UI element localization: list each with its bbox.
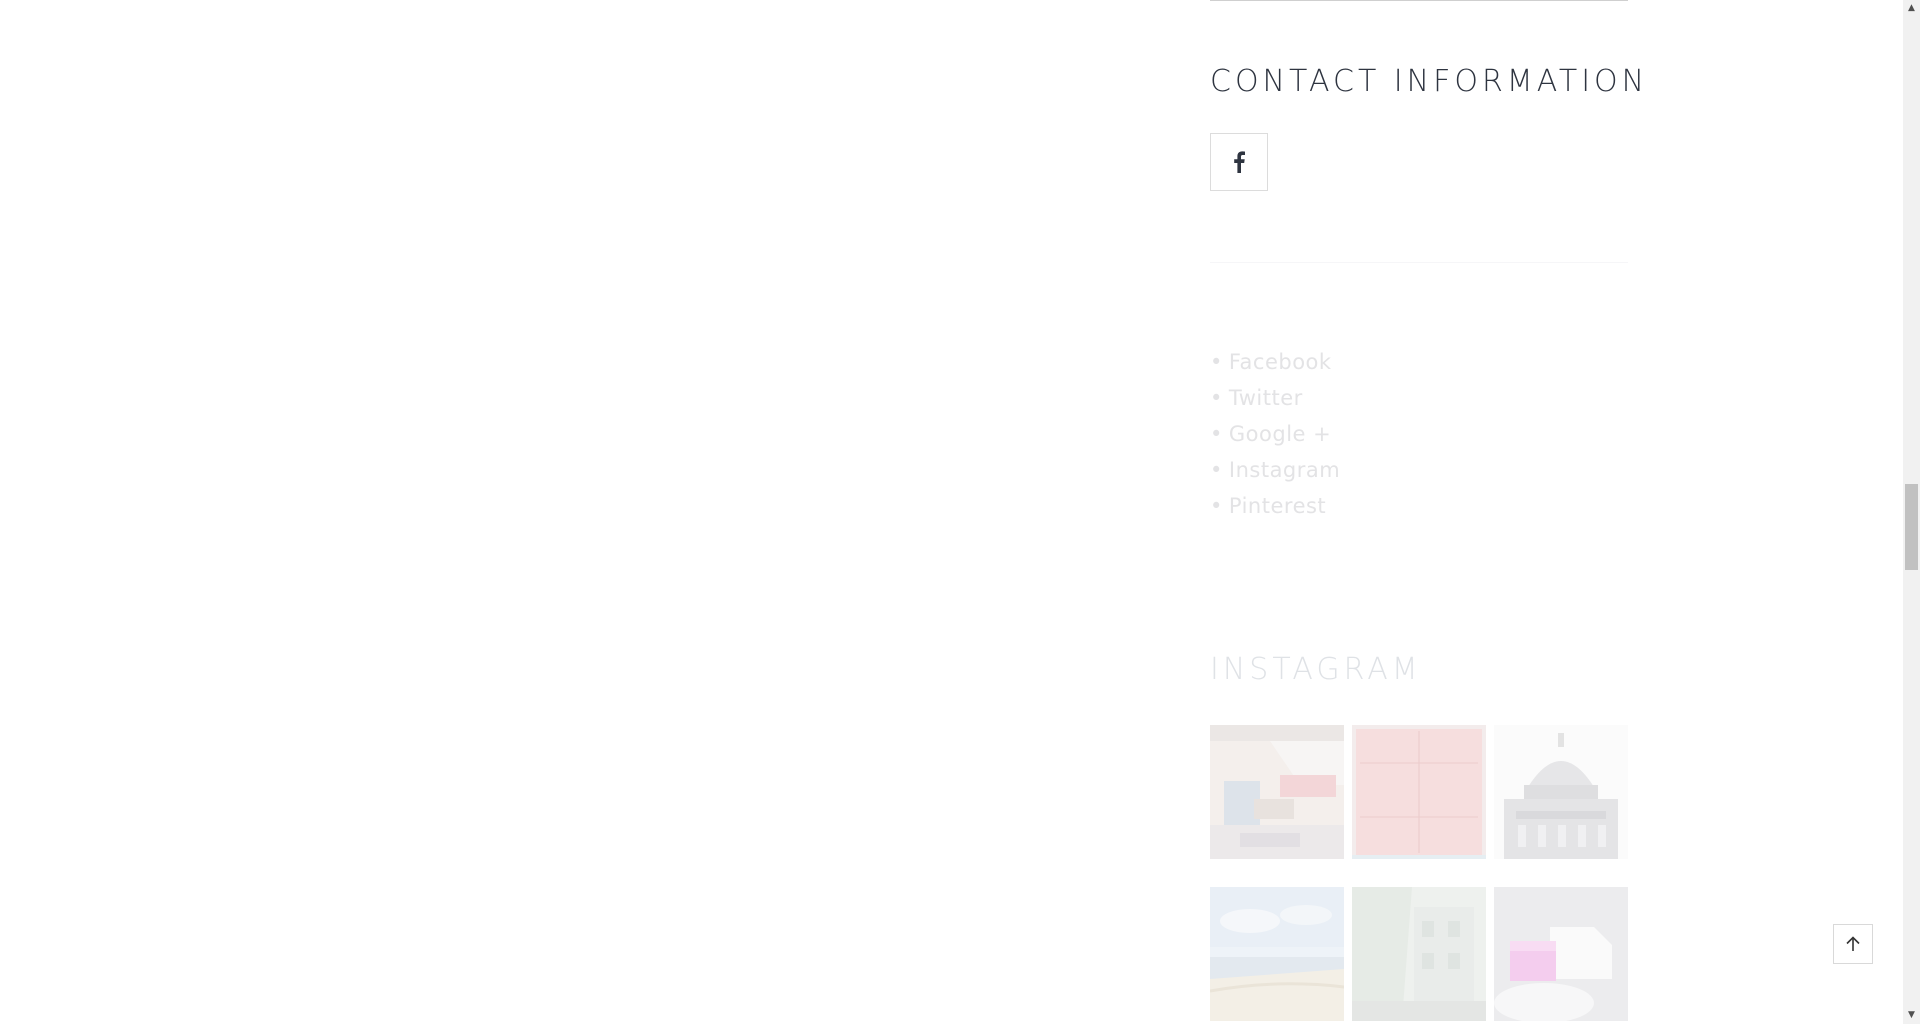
section-divider — [1210, 0, 1628, 1]
instagram-photo-living-room[interactable] — [1210, 725, 1344, 859]
scroll-down-arrow[interactable]: ▼ — [1903, 1007, 1920, 1024]
social-links-list: • Facebook • Twitter • Google + • Instagram … — [1210, 344, 1340, 524]
social-link-label: Instagram — [1228, 458, 1341, 482]
social-link-pinterest[interactable]: • Pinterest — [1210, 488, 1340, 524]
social-link-label: Google + — [1228, 422, 1332, 446]
domed-building-photo — [1494, 725, 1628, 859]
facebook-button[interactable] — [1210, 133, 1268, 191]
social-link-facebook[interactable]: • Facebook — [1210, 344, 1340, 380]
beach-sky-photo — [1210, 887, 1344, 1021]
instagram-photo-domed-building[interactable] — [1494, 725, 1628, 859]
social-link-instagram[interactable]: • Instagram — [1210, 452, 1340, 488]
social-link-twitter[interactable]: • Twitter — [1210, 380, 1340, 416]
page: CONTACT INFORMATION • Facebook • Twitter •… — [0, 0, 1920, 1024]
scrollbar-thumb[interactable] — [1905, 484, 1918, 570]
widget-divider — [1210, 262, 1628, 263]
list-bullet: • — [1210, 422, 1223, 446]
back-to-top-button[interactable] — [1833, 924, 1873, 964]
facebook-icon — [1234, 151, 1245, 173]
social-link-google-plus[interactable]: • Google + — [1210, 416, 1340, 452]
instagram-photo-street-facade[interactable] — [1352, 887, 1486, 1021]
instagram-photo-red-door[interactable] — [1352, 725, 1486, 859]
pink-abstract-photo — [1494, 887, 1628, 1021]
list-bullet: • — [1210, 386, 1223, 410]
contact-information-heading: CONTACT INFORMATION — [1210, 64, 1649, 99]
vertical-scrollbar[interactable]: ▲ ▼ — [1903, 0, 1920, 1024]
red-door-photo — [1352, 725, 1486, 859]
list-bullet: • — [1210, 458, 1223, 482]
instagram-photo-beach-sky[interactable] — [1210, 887, 1344, 1021]
list-bullet: • — [1210, 494, 1223, 518]
instagram-heading: INSTAGRAM — [1210, 652, 1422, 687]
instagram-photo-pink-abstract[interactable] — [1494, 887, 1628, 1021]
social-link-label: Pinterest — [1228, 494, 1327, 518]
social-link-label: Facebook — [1228, 350, 1332, 374]
living-room-photo — [1210, 725, 1344, 859]
social-link-label: Twitter — [1228, 386, 1303, 410]
scroll-up-arrow[interactable]: ▲ — [1903, 0, 1920, 17]
street-facade-photo — [1352, 887, 1486, 1021]
list-bullet: • — [1210, 350, 1223, 374]
arrow-up-icon — [1846, 936, 1860, 951]
